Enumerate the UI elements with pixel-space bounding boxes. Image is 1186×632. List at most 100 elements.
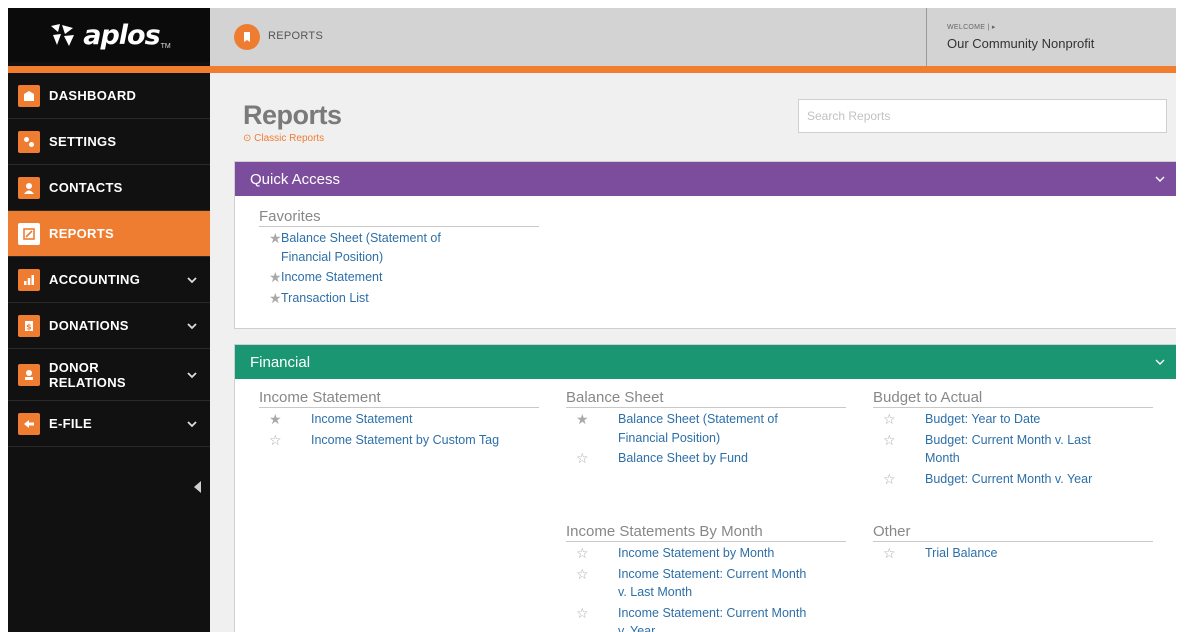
report-link[interactable]: ☆ Income Statement by Custom Tag (259, 431, 539, 450)
topbar-divider (926, 8, 927, 66)
report-link[interactable]: ☆ Income Statement: Current Month v. Year (566, 604, 846, 632)
star-outline-icon[interactable]: ☆ (873, 410, 896, 428)
report-link[interactable]: ☆ Income Statement: Current Month v. Last… (566, 565, 846, 602)
report-link[interactable]: ☆ Income Statement by Month (566, 544, 846, 563)
report-link[interactable]: ☆ Balance Sheet by Fund (566, 449, 846, 468)
other-group: Other ☆ Trial Balance (873, 523, 1153, 563)
sidebar-item-label: ACCOUNTING (49, 272, 141, 287)
collapse-sidebar-icon[interactable] (194, 481, 201, 493)
logo-trademark: TM (160, 43, 171, 50)
report-link[interactable]: ☆ Budget: Year to Date (873, 410, 1153, 429)
balance-sheet-group: Balance Sheet ★ Balance Sheet (Statement … (566, 389, 846, 468)
app-window: aplos TM DASHBOARD SETTINGS CONTACTS REP… (8, 8, 1176, 632)
donor-relations-icon (18, 363, 40, 386)
sidebar-item-label-line2: RELATIONS (49, 374, 126, 390)
breadcrumb: REPORTS (268, 30, 324, 42)
sidebar-item-donor-relations[interactable]: DONOR RELATIONS (8, 349, 210, 401)
star-filled-icon[interactable]: ★ (259, 410, 282, 428)
logo-text: aplos (83, 19, 160, 51)
welcome-menu[interactable]: WELCOME | ▸ (947, 23, 996, 31)
sidebar-item-donations[interactable]: $ DONATIONS (8, 303, 210, 349)
report-link[interactable]: ★ Income Statement (259, 410, 539, 429)
svg-text:$: $ (26, 322, 32, 331)
quick-access-header[interactable]: Quick Access (235, 162, 1176, 196)
report-label: Income Statement by Custom Tag (311, 432, 500, 447)
favorites-group: Favorites ★ Balance Sheet (Statement of F… (259, 208, 539, 307)
star-outline-icon[interactable]: ☆ (566, 604, 589, 622)
report-link[interactable]: ☆ Budget: Current Month v. Last Month (873, 431, 1153, 468)
sidebar-item-dashboard[interactable]: DASHBOARD (8, 73, 210, 119)
settings-icon (18, 130, 40, 153)
star-outline-icon[interactable]: ☆ (259, 431, 282, 449)
panel-title: Financial (250, 353, 311, 371)
sidebar-nav: DASHBOARD SETTINGS CONTACTS REPORTS ACCO… (8, 73, 210, 447)
report-label: Transaction List (281, 290, 369, 305)
star-outline-icon[interactable]: ☆ (873, 544, 896, 562)
star-outline-icon[interactable]: ☆ (566, 449, 589, 467)
report-link[interactable]: ★ Transaction List (259, 289, 539, 308)
report-label: Budget: Current Month v. Last Month (925, 432, 1091, 466)
sidebar-item-settings[interactable]: SETTINGS (8, 119, 210, 165)
report-label: Budget: Year to Date (925, 412, 1041, 426)
chevron-down-icon (187, 371, 197, 378)
accounting-icon (18, 268, 40, 291)
group-title: Income Statements By Month (566, 523, 846, 542)
star-outline-icon[interactable]: ☆ (873, 431, 896, 449)
sidebar-item-label: DONOR RELATIONS (49, 360, 126, 390)
financial-header[interactable]: Financial (235, 345, 1176, 379)
chevron-down-icon (187, 276, 197, 283)
contacts-icon (18, 176, 40, 199)
report-link[interactable]: ★ Balance Sheet (Statement of Financial P… (259, 229, 539, 266)
group-title: Budget to Actual (873, 389, 1153, 408)
panel-title: Quick Access (250, 170, 341, 188)
group-title: Balance Sheet (566, 389, 846, 408)
star-filled-icon[interactable]: ★ (259, 289, 282, 307)
sidebar-item-efile[interactable]: E-FILE (8, 401, 210, 447)
sidebar-item-accounting[interactable]: ACCOUNTING (8, 257, 210, 303)
star-outline-icon[interactable]: ☆ (873, 470, 896, 488)
donations-icon: $ (18, 314, 40, 337)
report-link[interactable]: ☆ Trial Balance (873, 544, 1153, 563)
sidebar-item-reports[interactable]: REPORTS (8, 211, 210, 257)
accent-bar (8, 66, 1176, 73)
dashboard-icon (18, 84, 40, 107)
report-label: Income Statement by Month (618, 546, 775, 560)
chevron-down-icon (1155, 359, 1165, 365)
report-label: Income Statement: Current Month v. Last … (618, 566, 807, 600)
report-link[interactable]: ★ Income Statement (259, 268, 539, 287)
classic-reports-link[interactable]: ⊙ Classic Reports (243, 133, 324, 144)
search-input[interactable] (798, 99, 1167, 133)
sidebar-item-label: DONATIONS (49, 318, 129, 333)
sidebar-item-contacts[interactable]: CONTACTS (8, 165, 210, 211)
star-filled-icon[interactable]: ★ (566, 410, 589, 428)
report-label: Balance Sheet by Fund (618, 451, 748, 465)
page-title: Reports (243, 100, 342, 130)
sidebar-item-label: SETTINGS (49, 134, 117, 149)
top-bar: REPORTS WELCOME | ▸ Our Community Nonpro… (210, 8, 1176, 66)
report-link[interactable]: ★ Balance Sheet (Statement of Financial P… (566, 410, 846, 447)
report-label: Trial Balance (925, 546, 998, 560)
report-label: Income Statement (311, 412, 413, 426)
budget-to-actual-group: Budget to Actual ☆ Budget: Year to Date ☆… (873, 389, 1153, 488)
star-filled-icon[interactable]: ★ (259, 268, 282, 286)
group-title: Other (873, 523, 1153, 542)
star-outline-icon[interactable]: ☆ (566, 544, 589, 562)
efile-icon (18, 412, 40, 435)
report-label: Budget: Current Month v. Year (925, 471, 1093, 486)
chevron-down-icon (187, 322, 197, 329)
star-filled-icon[interactable]: ★ (259, 229, 282, 247)
income-statement-group: Income Statement ★ Income Statement ☆ Inco… (259, 389, 539, 449)
sidebar-item-label: CONTACTS (49, 180, 123, 195)
main-content: Reports ⊙ Classic Reports Quick Access F… (210, 73, 1176, 632)
organization-name[interactable]: Our Community Nonprofit (947, 36, 1094, 51)
report-label: Balance Sheet (Statement of Financial Po… (281, 231, 441, 264)
sidebar-item-label: E-FILE (49, 416, 92, 431)
financial-panel: Financial Income Statement ★ Income State… (234, 344, 1176, 632)
income-statements-by-month-group: Income Statements By Month ☆ Income State… (566, 523, 846, 632)
report-label: Income Statement (281, 270, 383, 284)
report-link[interactable]: ☆ Budget: Current Month v. Year (873, 470, 1153, 489)
group-title: Income Statement (259, 389, 539, 408)
report-label: Income Statement: Current Month v. Year (618, 605, 807, 632)
star-outline-icon[interactable]: ☆ (566, 565, 589, 583)
aplos-logo[interactable]: aplos TM (8, 8, 210, 66)
